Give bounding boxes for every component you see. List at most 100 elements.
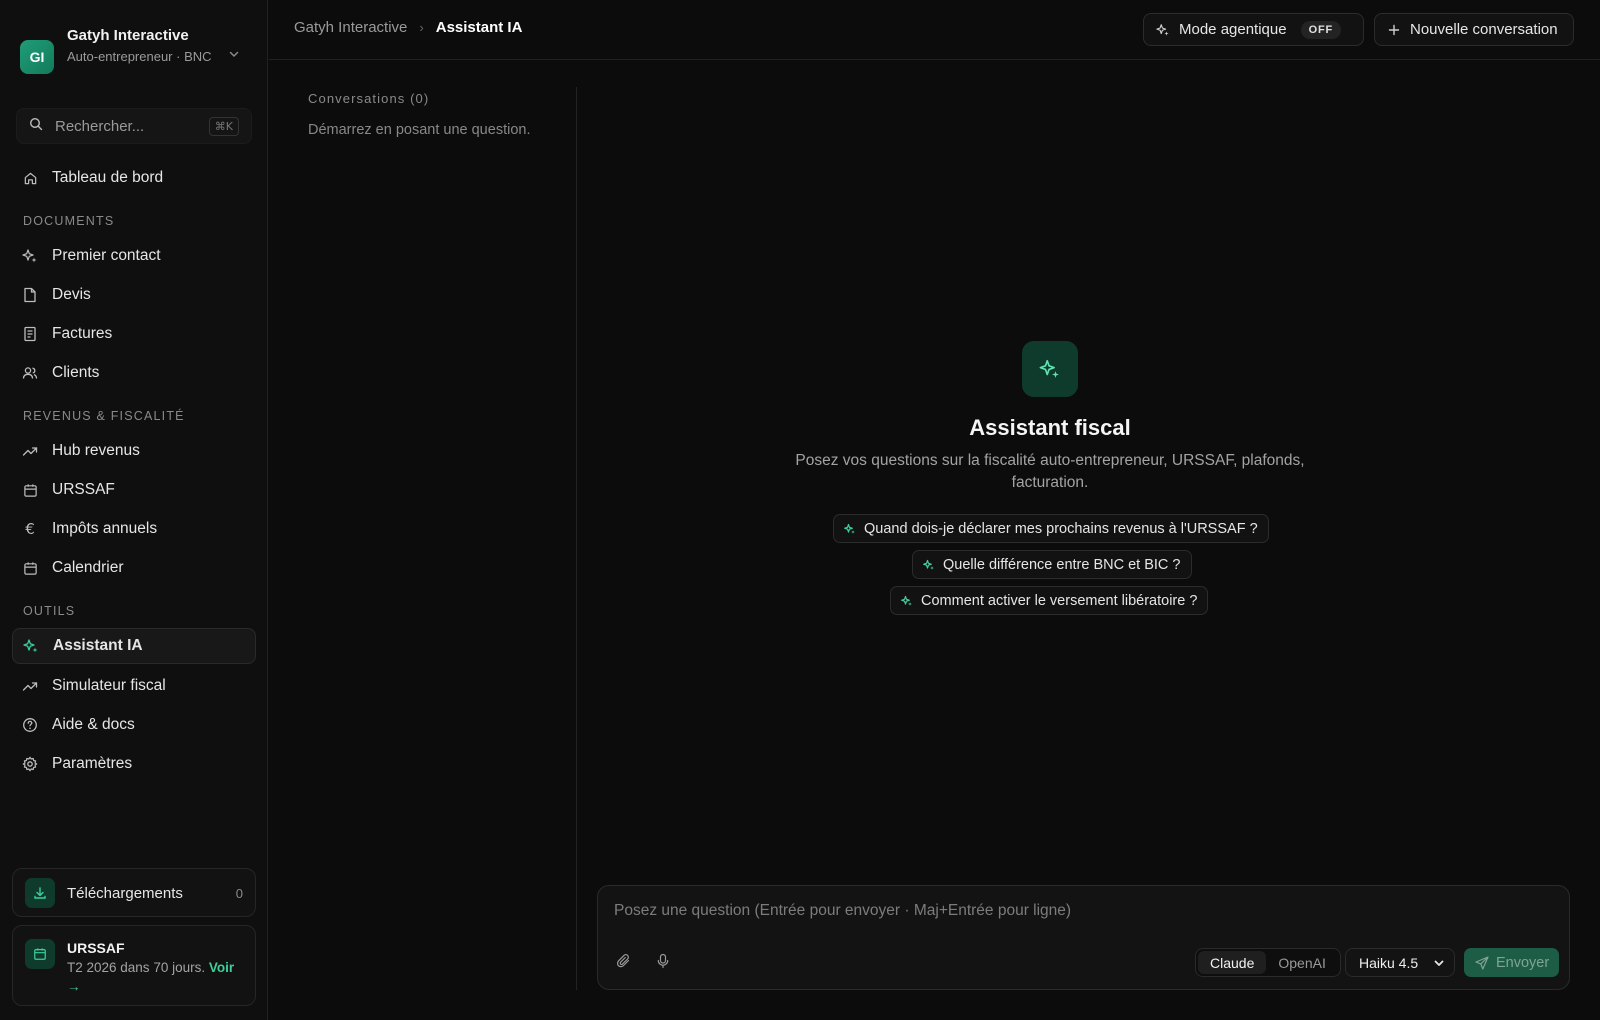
downloads-label: Téléchargements bbox=[67, 885, 183, 902]
provider-option-openai[interactable]: OpenAI bbox=[1266, 951, 1337, 974]
calendar-icon bbox=[22, 560, 38, 576]
sparkles-icon bbox=[844, 523, 856, 535]
sidebar-item-simulateur[interactable]: Simulateur fiscal bbox=[12, 668, 256, 704]
sidebar-item-devis[interactable]: Devis bbox=[12, 277, 256, 313]
receipt-icon bbox=[22, 326, 38, 342]
sidebar-item-label: Tableau de bord bbox=[52, 169, 164, 186]
sidebar-item-label: Devis bbox=[52, 286, 91, 303]
sidebar-item-aide[interactable]: Aide & docs bbox=[12, 707, 256, 743]
plus-icon bbox=[1387, 23, 1401, 37]
suggestion-text: Quand dois-je déclarer mes prochains rev… bbox=[864, 520, 1258, 537]
provider-option-claude[interactable]: Claude bbox=[1198, 951, 1267, 974]
new-conversation-label: Nouvelle conversation bbox=[1410, 21, 1558, 38]
search-box[interactable]: Rechercher... ⌘K bbox=[16, 108, 252, 144]
sidebar-item-label: Premier contact bbox=[52, 247, 161, 264]
suggestion-text: Comment activer le versement libératoire… bbox=[921, 592, 1198, 609]
org-avatar: GI bbox=[20, 40, 54, 74]
search-shortcut: ⌘K bbox=[208, 116, 239, 136]
sparkles-icon bbox=[23, 638, 39, 654]
downloads-card[interactable]: Téléchargements 0 bbox=[12, 868, 256, 917]
send-label: Envoyer bbox=[1496, 954, 1550, 971]
microphone-icon[interactable] bbox=[654, 952, 672, 970]
chevron-right-icon: › bbox=[419, 20, 424, 35]
conversations-title: Conversations (0) bbox=[308, 91, 430, 106]
org-switcher[interactable]: GI Gatyh Interactive Auto-entrepreneur ·… bbox=[20, 26, 250, 86]
org-name: Gatyh Interactive bbox=[67, 27, 189, 44]
sidebar-item-premier-contact[interactable]: Premier contact bbox=[12, 238, 256, 274]
suggestion-text: Quelle différence entre BNC et BIC ? bbox=[943, 556, 1181, 573]
model-select[interactable]: Haiku 4.5 bbox=[1345, 948, 1455, 977]
assistant-sparkles-icon bbox=[1022, 341, 1078, 397]
agent-mode-toggle[interactable]: Mode agentique OFF bbox=[1143, 13, 1364, 46]
sparkles-icon bbox=[901, 595, 913, 607]
sidebar-item-label: Clients bbox=[52, 364, 100, 381]
conversations-panel: Conversations (0) Démarrez en posant une… bbox=[269, 87, 577, 990]
sidebar-item-label: Hub revenus bbox=[52, 442, 140, 459]
sidebar-item-clients[interactable]: Clients bbox=[12, 355, 256, 391]
sidebar-item-label: Calendrier bbox=[52, 559, 124, 576]
sidebar-item-dashboard[interactable]: Tableau de bord bbox=[12, 160, 256, 196]
sidebar-item-label: Impôts annuels bbox=[52, 520, 158, 537]
breadcrumb-org[interactable]: Gatyh Interactive bbox=[294, 19, 407, 36]
sidebar-item-impots[interactable]: € Impôts annuels bbox=[12, 511, 256, 547]
provider-switch: Claude OpenAI bbox=[1195, 948, 1341, 977]
breadcrumb: Gatyh Interactive › Assistant IA bbox=[294, 19, 522, 36]
suggestion-chip[interactable]: Comment activer le versement libératoire… bbox=[890, 586, 1209, 615]
chevron-down-icon bbox=[1432, 956, 1446, 970]
sidebar-item-label: Simulateur fiscal bbox=[52, 677, 166, 694]
agent-mode-label: Mode agentique bbox=[1179, 21, 1287, 38]
sparkles-icon bbox=[1156, 23, 1170, 37]
gear-icon bbox=[22, 756, 38, 772]
search-placeholder[interactable]: Rechercher... bbox=[55, 118, 209, 135]
sidebar-item-label: Assistant IA bbox=[53, 637, 143, 654]
top-header: Gatyh Interactive › Assistant IA Mode ag… bbox=[269, 0, 1600, 60]
urssaf-card-title: URSSAF bbox=[67, 940, 125, 956]
sparkles-icon bbox=[22, 248, 38, 264]
suggestion-chip[interactable]: Quand dois-je déclarer mes prochains rev… bbox=[833, 514, 1269, 543]
assistant-subtitle: Posez vos questions sur la fiscalité aut… bbox=[795, 452, 1305, 491]
assistant-title: Assistant fiscal bbox=[969, 415, 1131, 440]
section-label-documents: Documents bbox=[23, 214, 115, 228]
sparkles-icon bbox=[923, 559, 935, 571]
sidebar-item-parametres[interactable]: Paramètres bbox=[12, 746, 256, 782]
calendar-icon bbox=[22, 482, 38, 498]
trending-up-icon bbox=[22, 678, 38, 694]
users-icon bbox=[22, 365, 38, 381]
home-icon bbox=[22, 170, 38, 186]
sidebar-item-label: Factures bbox=[52, 325, 113, 342]
sidebar-item-label: URSSAF bbox=[52, 481, 115, 498]
message-input[interactable] bbox=[614, 902, 1514, 920]
sidebar-item-urssaf[interactable]: URSSAF bbox=[12, 472, 256, 508]
urssaf-reminder-card: URSSAF T2 2026 dans 70 jours. Voir → bbox=[12, 925, 256, 1006]
section-label-revenus: Revenus & fiscalité bbox=[23, 409, 185, 423]
sidebar: GI Gatyh Interactive Auto-entrepreneur ·… bbox=[0, 0, 268, 1020]
sidebar-item-calendrier[interactable]: Calendrier bbox=[12, 550, 256, 586]
trending-up-icon bbox=[22, 443, 38, 459]
agent-mode-state-badge: OFF bbox=[1300, 20, 1341, 39]
conversations-empty-state: Démarrez en posant une question. bbox=[308, 122, 531, 138]
section-label-outils: Outils bbox=[23, 604, 76, 618]
help-circle-icon bbox=[22, 717, 38, 733]
breadcrumb-current: Assistant IA bbox=[435, 19, 523, 36]
message-composer: Claude OpenAI Haiku 4.5 Envoyer bbox=[597, 885, 1570, 990]
euro-icon: € bbox=[25, 520, 35, 538]
sidebar-item-label: Paramètres bbox=[52, 755, 133, 772]
send-button[interactable]: Envoyer bbox=[1464, 948, 1559, 977]
suggestion-chip[interactable]: Quelle différence entre BNC et BIC ? bbox=[912, 550, 1192, 579]
urssaf-card-text: T2 2026 dans 70 jours. bbox=[67, 960, 206, 975]
downloads-count: 0 bbox=[235, 886, 243, 901]
sidebar-item-factures[interactable]: Factures bbox=[12, 316, 256, 352]
new-conversation-button[interactable]: Nouvelle conversation bbox=[1374, 13, 1574, 46]
model-select-value: Haiku 4.5 bbox=[1359, 954, 1419, 971]
calendar-icon bbox=[25, 939, 55, 969]
file-icon bbox=[22, 287, 38, 303]
sidebar-item-assistant-ia[interactable]: Assistant IA bbox=[12, 628, 256, 664]
download-icon bbox=[25, 878, 55, 908]
org-subtitle: Auto-entrepreneur · BNC bbox=[67, 49, 212, 64]
search-icon bbox=[29, 117, 43, 135]
paperclip-icon[interactable] bbox=[615, 952, 633, 970]
send-icon bbox=[1475, 955, 1489, 970]
sidebar-item-hub-revenus[interactable]: Hub revenus bbox=[12, 433, 256, 469]
chevron-down-icon[interactable] bbox=[226, 46, 242, 62]
sidebar-item-label: Aide & docs bbox=[52, 716, 135, 733]
